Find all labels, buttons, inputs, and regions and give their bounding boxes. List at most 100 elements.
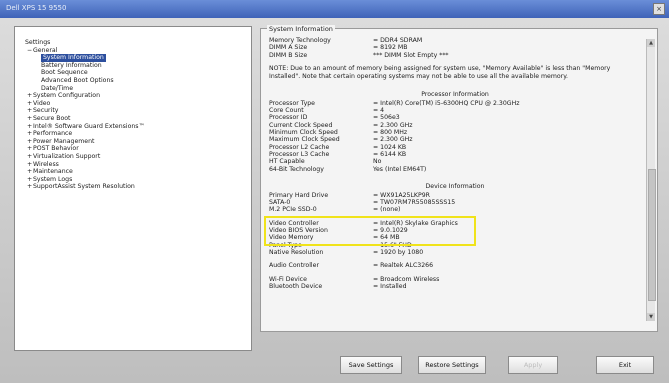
info-key: Processor L2 Cache: [269, 143, 330, 151]
info-value: = Installed: [373, 282, 407, 290]
tree-item-label: Intel® Software Guard Extensions™: [33, 122, 145, 130]
info-value: = Intel(R) Core(TM) i5-6300HQ CPU @ 2.30…: [373, 99, 520, 107]
tree-item[interactable]: +Virtualization Support: [19, 153, 145, 161]
tree-item[interactable]: +System Configuration: [19, 92, 145, 100]
tree-item-label: System Configuration: [33, 92, 101, 100]
info-row: SATA-0 = TW07RM7R55085SSS15: [269, 199, 641, 206]
info-row: Processor ID = 506e3: [269, 114, 641, 121]
scroll-down-icon[interactable]: ▼: [647, 313, 655, 321]
info-key: Current Clock Speed: [269, 121, 333, 129]
info-value: = 2.300 GHz: [373, 121, 413, 129]
tree-item-label: Maintenance: [33, 168, 73, 176]
save-settings-button[interactable]: Save Settings: [340, 356, 402, 374]
device-info: Primary Hard Drive = WX91A25LKP9R SATA-0 = …: [269, 192, 641, 214]
tree-item[interactable]: +Security: [19, 107, 145, 115]
info-row: DIMM A Size = 8192 MB: [269, 44, 641, 51]
tree-item[interactable]: +Performance: [19, 130, 145, 138]
info-key: Memory Technology: [269, 37, 331, 44]
info-row: Processor Type = Intel(R) Core(TM) i5-630…: [269, 100, 641, 107]
tree-item[interactable]: +Secure Boot: [19, 115, 145, 123]
tree-item[interactable]: +Maintenance: [19, 168, 145, 176]
info-key: HT Capable: [269, 158, 305, 166]
device-section-title: Device Information: [425, 182, 485, 190]
info-value: = 8192 MB: [373, 44, 408, 52]
restore-settings-button[interactable]: Restore Settings: [418, 356, 486, 374]
group-title: System Information: [267, 25, 335, 33]
info-value: = 1024 KB: [373, 143, 407, 151]
info-key: DIMM A Size: [269, 44, 308, 52]
info-content: Memory Technology = DDR4 SDRAM DIMM A Size…: [269, 37, 641, 327]
apply-button[interactable]: Apply: [508, 356, 558, 374]
info-value: = 4: [373, 107, 385, 115]
tree-item-label: Settings: [25, 39, 51, 46]
audio-info: Audio Controller = Realtek ALC3266: [269, 262, 641, 269]
tree-item-label: Performance: [33, 130, 73, 138]
scrollbar[interactable]: ▲ ▼: [646, 39, 656, 321]
tree-item-label: POST Behavior: [33, 145, 79, 153]
info-row: M.2 PCIe SSD-0 = (none): [269, 206, 641, 213]
memory-note: NOTE: Due to an amount of memory being a…: [269, 64, 611, 80]
info-key: Audio Controller: [269, 262, 319, 270]
info-row: DIMM B Size *** DIMM Slot Empty ***: [269, 52, 641, 59]
info-row: Core Count = 4: [269, 107, 641, 114]
info-key: Wi-Fi Device: [269, 275, 307, 283]
tree-item[interactable]: +Intel® Software Guard Extensions™: [19, 123, 145, 131]
storage-highlight-box: [264, 216, 476, 246]
tree-item[interactable]: Boot Sequence: [19, 69, 145, 77]
info-value: No: [373, 158, 382, 166]
tree-item-label: Boot Sequence: [41, 69, 88, 77]
tree-item-label: System Information: [41, 54, 106, 62]
tree-item[interactable]: +SupportAssist System Resolution: [19, 183, 145, 191]
exit-button[interactable]: Exit: [596, 356, 654, 374]
scroll-up-icon[interactable]: ▲: [647, 39, 655, 47]
info-value: = DDR4 SDRAM: [373, 37, 423, 44]
tree-item[interactable]: System Information: [19, 54, 145, 62]
info-key: DIMM B Size: [269, 51, 308, 59]
tree-item[interactable]: +Video: [19, 100, 145, 108]
close-icon[interactable]: ×: [653, 3, 665, 15]
info-value: = WX91A25LKP9R: [373, 191, 430, 199]
info-row: Minimum Clock Speed = 800 MHz: [269, 129, 641, 136]
tree-item[interactable]: Date/Time: [19, 85, 145, 93]
tree-item-label: Date/Time: [41, 84, 74, 92]
info-value: = TW07RM7R55085SSS15: [373, 199, 456, 207]
tree-item[interactable]: +POST Behavior: [19, 145, 145, 153]
info-value: = 506e3: [373, 114, 400, 122]
info-key: Processor L3 Cache: [269, 150, 330, 158]
info-value: = Broadcom Wireless: [373, 275, 440, 283]
tree-item[interactable]: −General: [19, 47, 145, 55]
info-row: Native Resolution = 1920 by 1080: [269, 249, 641, 256]
tree-item-label: Battery Information: [41, 61, 102, 69]
info-row: Current Clock Speed = 2.300 GHz: [269, 122, 641, 129]
tree-item[interactable]: +System Logs: [19, 176, 145, 184]
tree-item[interactable]: Advanced Boot Options: [19, 77, 145, 85]
tree-item[interactable]: +Power Management: [19, 138, 145, 146]
info-key: Maximum Clock Speed: [269, 136, 340, 144]
scroll-thumb[interactable]: [648, 169, 656, 301]
settings-tree: Settings −General System Information Batter…: [19, 39, 145, 191]
tree-item-label: SupportAssist System Resolution: [33, 183, 135, 191]
tree-item[interactable]: Battery Information: [19, 62, 145, 70]
info-key: Minimum Clock Speed: [269, 129, 338, 137]
processor-info: Processor Type = Intel(R) Core(TM) i5-630…: [269, 100, 641, 173]
info-key: Processor ID: [269, 114, 308, 122]
info-row: Wi-Fi Device = Broadcom Wireless: [269, 276, 641, 283]
tree-item[interactable]: Settings: [19, 39, 145, 47]
tree-item[interactable]: +Wireless: [19, 161, 145, 169]
info-key: SATA-0: [269, 199, 291, 207]
info-value: = 800 MHz: [373, 129, 408, 137]
info-key: Primary Hard Drive: [269, 191, 329, 199]
tree-item-label: Video: [33, 99, 51, 107]
settings-tree-panel: Settings −General System Information Batter…: [14, 26, 252, 351]
window-title: Dell XPS 15 9550: [6, 4, 67, 12]
info-row: Audio Controller = Realtek ALC3266: [269, 262, 641, 269]
tree-item-label: System Logs: [33, 175, 73, 183]
window-title-bar: Dell XPS 15 9550 ×: [0, 0, 669, 18]
info-row: HT Capable No: [269, 158, 641, 165]
tree-item-label: Security: [33, 107, 59, 115]
info-key: M.2 PCIe SSD-0: [269, 206, 317, 214]
info-key: Core Count: [269, 107, 304, 115]
info-value: = 6144 KB: [373, 150, 407, 158]
processor-section-title: Processor Information: [421, 90, 489, 98]
tree-item-label: Wireless: [33, 160, 59, 168]
